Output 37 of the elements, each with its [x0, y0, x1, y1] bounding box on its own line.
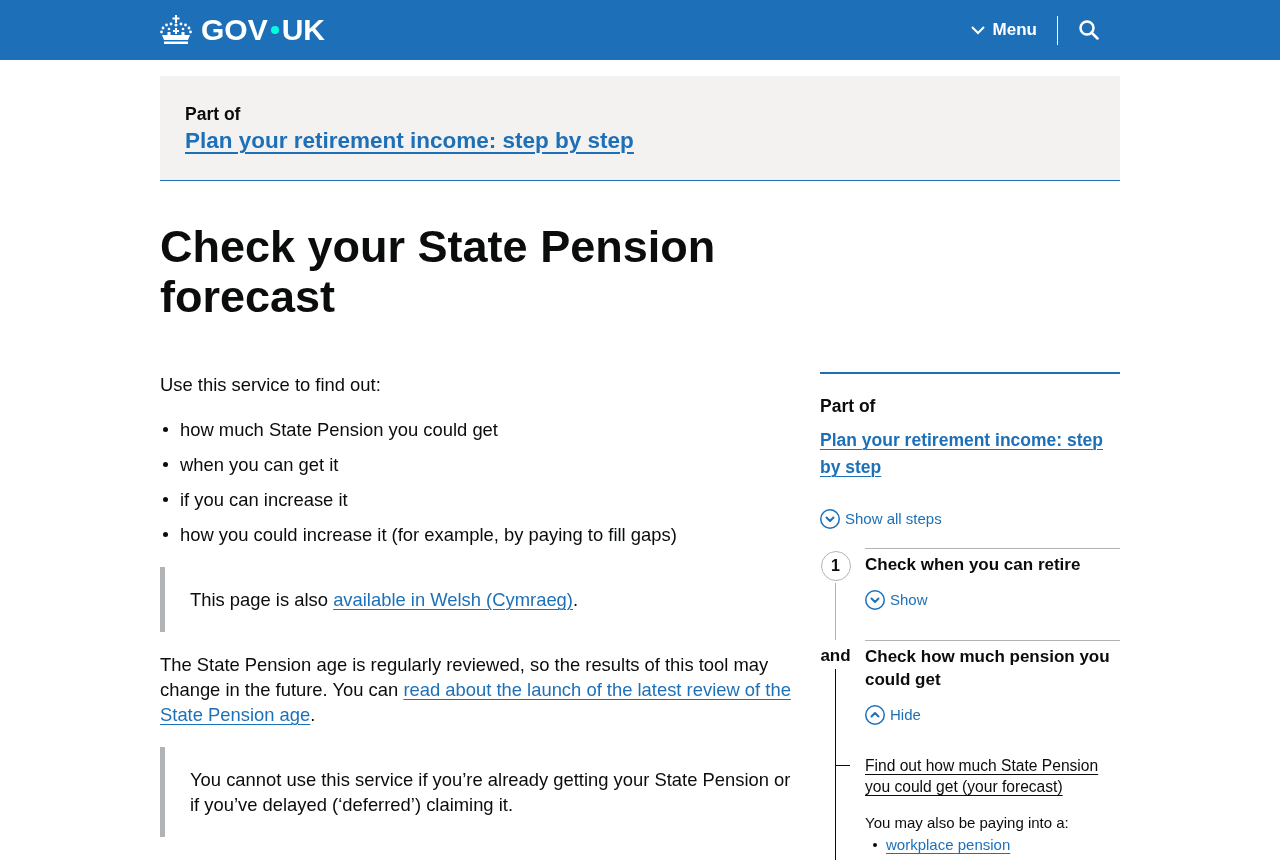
text-link[interactable]: read about the launch of the latest review of the: [403, 679, 791, 700]
step-title: Check how much pension you could get: [865, 646, 1111, 691]
list-item-text: how much State Pension you could get: [180, 418, 498, 442]
dot-icon: [270, 26, 279, 34]
step-number: 1: [820, 551, 851, 581]
list-item-text: when you can get it: [180, 453, 339, 477]
page-title: Check your State Pension forecast: [160, 222, 717, 322]
text-link[interactable]: State Pension age: [160, 704, 311, 725]
inset-text: You cannot use this service if you’re already getting your State Pension or if you’ve delayed (‘deferred’) claiming it.: [190, 768, 792, 817]
step-title: Check when you can retire: [865, 554, 1082, 576]
home-logo-link[interactable]: GOV UK: [160, 13, 326, 47]
bullet-icon: [873, 843, 877, 847]
inset-text: This page is also available in Welsh (Cymraeg).: [190, 588, 580, 612]
bullet-icon: [163, 462, 168, 467]
show-all-steps-button[interactable]: Show all steps: [820, 509, 942, 529]
menu-button[interactable]: Menu: [970, 17, 1057, 43]
crown-icon: [160, 15, 192, 45]
body-paragraph: The State Pension age is regularly reviewed, so the results of this tool may change in the future. You can read about the launch of the latest review of the State Pension age.: [160, 653, 792, 727]
part-of-label: Part of: [820, 395, 877, 418]
part-of-label: Part of: [185, 103, 242, 126]
bullet-icon: [163, 497, 168, 502]
bullet-icon: [163, 427, 168, 432]
step-link[interactable]: Find out how much State Pension you could get (your forecast): [865, 755, 1120, 797]
bullet-icon: [163, 532, 168, 537]
list-item-text: if you can increase it: [180, 488, 348, 512]
step-link[interactable]: workplace pension: [886, 835, 1011, 855]
step-toggle-button[interactable]: Show: [865, 590, 928, 610]
step-toggle-button[interactable]: Hide: [865, 705, 921, 725]
step-text: You may also be paying into a:: [865, 813, 1070, 833]
step-by-step-link[interactable]: Plan your retirement income: step by step: [185, 126, 634, 156]
dash-marker-icon: [835, 765, 850, 766]
list-item-text: how you could increase it (for example, by paying to fill gaps): [180, 523, 677, 547]
step-by-step-link[interactable]: Plan your retirement income: step by step: [820, 427, 1120, 481]
search-icon: [1079, 20, 1099, 40]
body-paragraph: Use this service to find out:: [160, 373, 382, 397]
text-link[interactable]: available in Welsh (Cymraeg): [333, 589, 573, 610]
step-and-label: and: [820, 645, 851, 667]
